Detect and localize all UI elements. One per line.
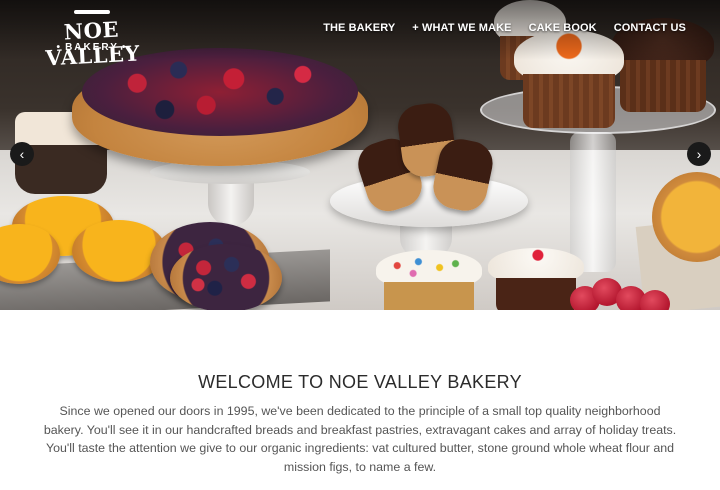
- slider-prev-button[interactable]: ‹: [10, 142, 34, 166]
- nav-item-contact-us[interactable]: CONTACT US: [614, 22, 686, 34]
- welcome-text: Since we opened our doors in 1995, we've…: [43, 404, 677, 474]
- welcome-section: WELCOME TO NOE VALLEY BAKERY Since we op…: [0, 372, 720, 476]
- nav-item-the-bakery[interactable]: THE BAKERY: [323, 22, 395, 34]
- welcome-title: WELCOME TO NOE VALLEY BAKERY: [198, 372, 522, 392]
- eclair-stand-plate: [330, 175, 528, 227]
- berry-tart-small: [170, 244, 282, 310]
- sprinkle-cupcake: [376, 250, 482, 310]
- main-nav: THE BAKERY + WHAT WE MAKE CAKE BOOK CONT…: [323, 22, 686, 34]
- site-logo[interactable]: NOE VALLEY BAKERY: [26, 10, 158, 70]
- slider-next-button[interactable]: ›: [687, 142, 711, 166]
- whisk-icon: [74, 10, 110, 14]
- nav-item-cake-book[interactable]: CAKE BOOK: [529, 22, 597, 34]
- hero-slider: NOE VALLEY BAKERY THE BAKERY + WHAT WE M…: [0, 0, 720, 310]
- chevron-right-icon: ›: [696, 146, 702, 162]
- chevron-left-icon: ‹: [19, 146, 25, 162]
- logo-subtitle: BAKERY: [26, 42, 158, 53]
- nav-item-what-we-make[interactable]: + WHAT WE MAKE: [412, 22, 511, 34]
- plus-icon: +: [412, 22, 419, 34]
